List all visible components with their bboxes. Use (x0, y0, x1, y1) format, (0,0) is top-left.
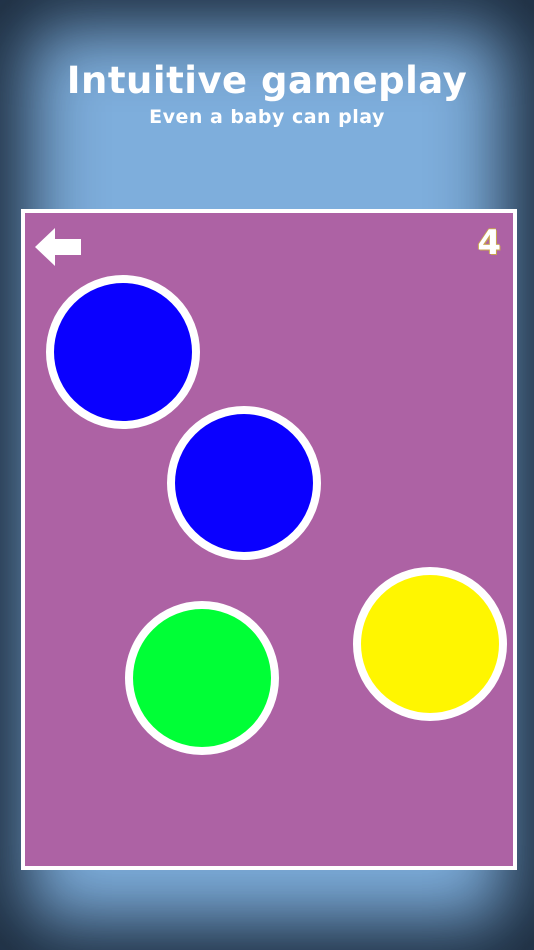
back-button[interactable] (33, 226, 85, 268)
blue-ball[interactable] (167, 406, 321, 560)
blue-ball[interactable] (46, 275, 200, 429)
screen: Intuitive gameplay Even a baby can play … (0, 0, 534, 950)
green-ball[interactable] (125, 601, 279, 755)
game-board: 4 (21, 209, 517, 870)
arrow-left-icon (35, 228, 81, 266)
page-title: Intuitive gameplay (66, 59, 468, 102)
score-counter: 4 (477, 223, 501, 263)
yellow-ball[interactable] (353, 567, 507, 721)
page-subtitle: Even a baby can play (149, 106, 385, 128)
